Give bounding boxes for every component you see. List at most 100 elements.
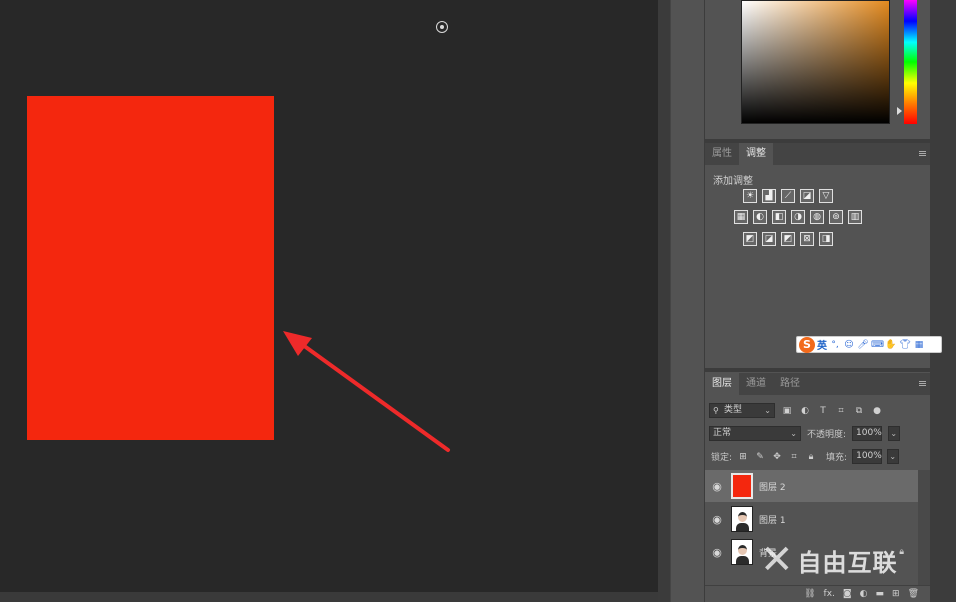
tab-layers[interactable]: 图层 — [705, 373, 739, 395]
threshold-icon[interactable]: ◩ — [781, 232, 795, 246]
lock-artboard-icon[interactable]: ⌗ — [788, 451, 800, 463]
layer-filter-row: ⚲ 类型 ⌄ ▣ ◐ T ⌗ ⧉ ● — [709, 403, 935, 418]
blend-mode-dropdown[interactable]: 正常 ⌄ — [709, 426, 801, 441]
blend-mode-value: 正常 — [713, 428, 732, 438]
layer-name: 图层 1 — [759, 515, 786, 526]
lock-label: 锁定: — [711, 453, 733, 463]
color-balance-icon[interactable]: ◧ — [772, 210, 786, 224]
curves-icon[interactable]: ⟋ — [781, 189, 795, 203]
panel-menu-icon[interactable] — [919, 381, 926, 386]
ime-logo-icon: S — [799, 336, 815, 353]
search-icon: ⚲ — [713, 406, 719, 415]
hue-saturation-icon[interactable]: ◐ — [753, 210, 767, 224]
visibility-eye-icon[interactable]: ◉ — [705, 480, 729, 493]
filter-shape-icon[interactable]: ⌗ — [835, 405, 847, 417]
filter-smart-object-icon[interactable]: ⧉ — [853, 405, 865, 417]
chevron-down-icon: ⌄ — [889, 452, 897, 461]
layer-row-layer1[interactable]: ◉ 图层 1 — [705, 503, 918, 535]
invert-icon[interactable]: ◩ — [743, 232, 757, 246]
ime-keyboard-icon[interactable]: ⌨ — [871, 339, 884, 351]
adjustments-tabbar: 属性 调整 — [705, 143, 931, 165]
exposure-icon[interactable]: ◪ — [800, 189, 814, 203]
layer-thumbnail — [731, 473, 753, 499]
photo-filter-icon[interactable]: ◍ — [810, 210, 824, 224]
ime-toolbar[interactable]: S 英 °, ☺ 🎤︎ ⌨ ✋ 👕︎ ▦ — [796, 336, 942, 353]
ime-tools-icon[interactable]: ✋ — [885, 339, 897, 351]
tab-paths[interactable]: 路径 — [773, 373, 807, 395]
selective-color-icon[interactable]: ⊠ — [800, 232, 814, 246]
blend-opacity-row: 正常 ⌄ 不透明度: 100% ⌄ — [709, 426, 935, 441]
new-layer-icon[interactable]: ⊞ — [892, 589, 900, 599]
panel-menu-icon[interactable] — [919, 151, 926, 156]
fill-dropdown[interactable]: ⌄ — [887, 449, 900, 464]
layer-thumbnail — [731, 506, 753, 532]
fill-label: 填充: — [826, 453, 848, 463]
visibility-eye-icon[interactable]: ◉ — [705, 546, 729, 559]
new-adjustment-icon[interactable]: ◐ — [860, 589, 868, 599]
lock-fill-row: 锁定: ⊞ ✎ ✥ ⌗ 🔒︎ 填充: 100% ⌄ — [711, 449, 937, 464]
levels-icon[interactable]: ▟ — [762, 189, 776, 203]
color-saturation-field[interactable] — [741, 0, 890, 124]
opacity-input[interactable]: 100% — [852, 426, 883, 441]
posterize-icon[interactable]: ◪ — [762, 232, 776, 246]
gradient-map-icon[interactable]: ◨ — [819, 232, 833, 246]
brightness-contrast-icon[interactable]: ☀ — [743, 189, 757, 203]
watermark-logo: ✕ 自由互联 — [760, 540, 898, 580]
chevron-down-icon: ⌄ — [890, 429, 898, 438]
add-adjustment-label: 添加调整 — [713, 176, 753, 187]
watermark-x-icon: ✕ — [760, 537, 794, 583]
ime-language-toggle[interactable]: 英 — [817, 337, 827, 352]
lock-position-icon[interactable]: ✥ — [771, 451, 783, 463]
panel-gutter — [658, 0, 670, 602]
red-arrow-annotation — [283, 331, 450, 452]
hue-slider[interactable] — [904, 0, 917, 124]
channel-mixer-icon[interactable]: ⊚ — [829, 210, 843, 224]
fill-input[interactable]: 100% — [852, 449, 883, 464]
filter-kind-dropdown[interactable]: ⚲ 类型 ⌄ — [709, 403, 775, 418]
tab-adjustments[interactable]: 调整 — [739, 143, 773, 165]
layer-name: 图层 2 — [759, 482, 786, 493]
chevron-down-icon: ⌄ — [790, 429, 797, 438]
new-group-icon[interactable]: ▬ — [876, 589, 885, 599]
layers-bottom-toolbar: ⛓ fx. ◙ ◐ ▬ ⊞ 🗑︎ — [705, 585, 931, 602]
layer-row-layer2[interactable]: ◉ 图层 2 — [705, 470, 918, 502]
layer-thumbnail — [731, 539, 753, 565]
right-panels: 属性 调整 添加调整 ☀ ▟ ⟋ ◪ ▽ ▦ ◐ ◧ ◑ ◍ ⊚ ▥ ◩ ◪ ◩… — [704, 0, 931, 602]
tab-properties[interactable]: 属性 — [705, 143, 739, 165]
panel-divider — [705, 368, 931, 372]
filter-toggle-icon[interactable]: ● — [871, 405, 883, 417]
layer-lock-icon: 🔒︎ — [899, 547, 904, 557]
ime-voice-icon[interactable]: 🎤︎ — [857, 339, 869, 351]
hue-slider-marker-icon[interactable] — [897, 107, 902, 115]
watermark-text: 自由互联 — [797, 548, 898, 577]
add-mask-icon[interactable]: ◙ — [843, 589, 852, 599]
ime-menu-icon[interactable]: ▦ — [913, 339, 925, 351]
lock-all-icon[interactable]: 🔒︎ — [805, 451, 817, 463]
link-layers-icon[interactable]: ⛓ — [804, 589, 815, 599]
filter-pixel-icon[interactable]: ▣ — [781, 405, 793, 417]
color-lookup-icon[interactable]: ▥ — [848, 210, 862, 224]
filter-kind-label: 类型 — [724, 405, 743, 415]
gradient-triangle-icon[interactable]: ▽ — [819, 189, 833, 203]
black-white-icon[interactable]: ◑ — [791, 210, 805, 224]
adjustment-row-1: ☀ ▟ ⟋ ◪ ▽ — [743, 189, 833, 203]
trash-icon[interactable]: 🗑︎ — [908, 589, 919, 599]
lock-transparent-icon[interactable]: ⊞ — [737, 451, 749, 463]
ime-skin-icon[interactable]: 👕︎ — [899, 339, 911, 351]
right-edge-strip — [930, 0, 956, 602]
lock-image-icon[interactable]: ✎ — [754, 451, 766, 463]
fx-button[interactable]: fx. — [824, 589, 835, 599]
filter-adjustment-icon[interactable]: ◐ — [799, 405, 811, 417]
tab-channels[interactable]: 通道 — [739, 373, 773, 395]
adjustment-row-3: ◩ ◪ ◩ ⊠ ◨ — [743, 232, 833, 246]
ime-emoji-icon[interactable]: ☺ — [843, 339, 855, 351]
ime-punctuation-icon[interactable]: °, — [829, 339, 841, 351]
opacity-label: 不透明度: — [807, 430, 847, 440]
visibility-eye-icon[interactable]: ◉ — [705, 513, 729, 526]
document-canvas[interactable] — [0, 0, 658, 592]
collapsed-panel-strip — [670, 0, 704, 602]
adjustment-row-2: ▦ ◐ ◧ ◑ ◍ ⊚ ▥ — [734, 210, 862, 224]
filter-type-icon[interactable]: T — [817, 405, 829, 417]
opacity-dropdown[interactable]: ⌄ — [888, 426, 901, 441]
vibrance-icon[interactable]: ▦ — [734, 210, 748, 224]
